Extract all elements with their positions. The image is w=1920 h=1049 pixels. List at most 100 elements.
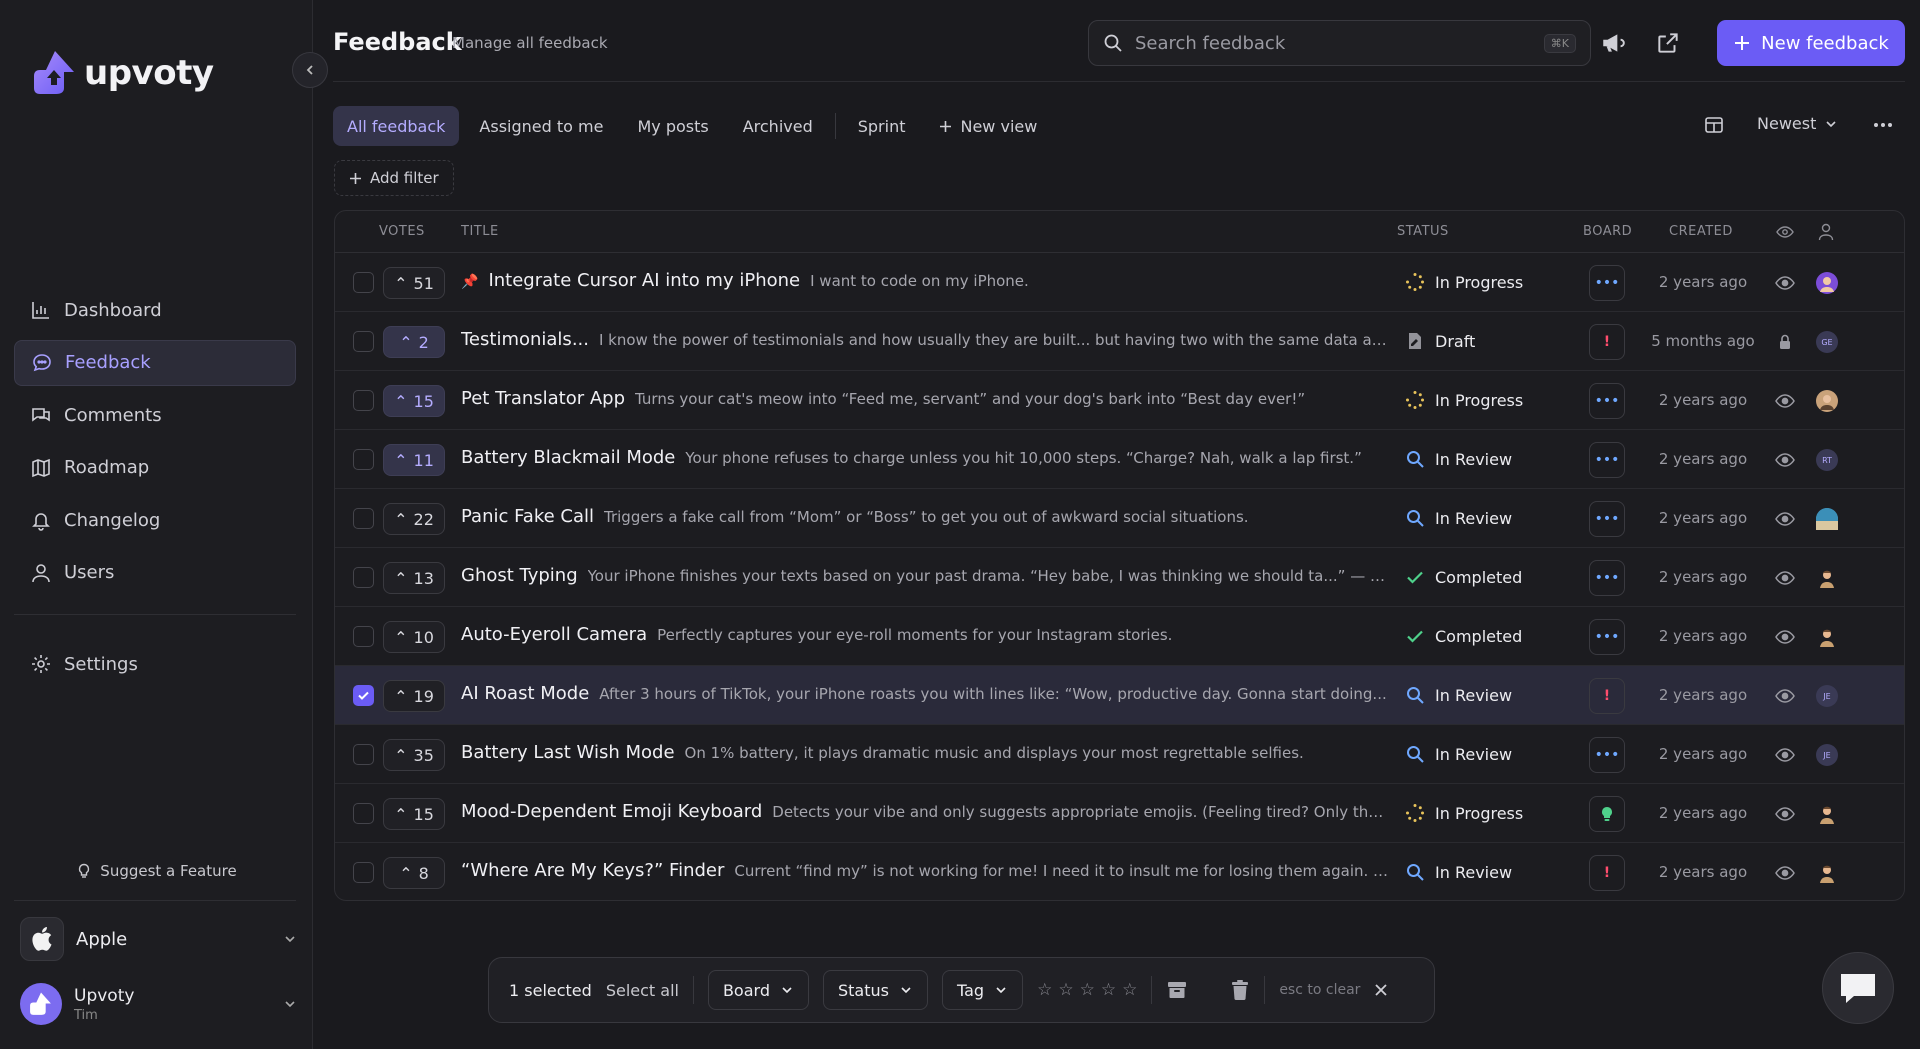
board-button[interactable]: ! (1589, 678, 1625, 714)
status-dropdown[interactable]: Status (822, 970, 928, 1010)
upvote-button[interactable]: ⌃ 11 (383, 444, 445, 476)
row-title-cell[interactable]: 📌 Integrate Cursor AI into my iPhone I w… (461, 270, 1391, 291)
tab-archived[interactable]: Archived (729, 106, 827, 146)
eye-icon[interactable] (1775, 745, 1795, 765)
row-checkbox[interactable] (353, 449, 374, 470)
upvote-button[interactable]: ⌃ 10 (383, 621, 445, 653)
table-row[interactable]: ⌃ 13 Ghost Typing Your iPhone finishes yo… (335, 548, 1904, 607)
upvote-button[interactable]: ⌃ 8 (383, 857, 445, 889)
row-checkbox[interactable] (353, 744, 374, 765)
row-title-cell[interactable]: Mood-Dependent Emoji Keyboard Detects yo… (461, 801, 1391, 822)
row-title-cell[interactable]: Battery Blackmail Mode Your phone refuse… (461, 447, 1391, 468)
table-row[interactable]: ⌃ 8 “Where Are My Keys?” Finder Current “… (335, 843, 1904, 900)
row-checkbox[interactable] (353, 803, 374, 824)
star-icon[interactable]: ☆ (1080, 980, 1095, 1000)
search-box[interactable]: ⌘K (1088, 20, 1591, 66)
upvote-button[interactable]: ⌃ 35 (383, 739, 445, 771)
row-checkbox[interactable] (353, 390, 374, 411)
row-checkbox[interactable] (353, 567, 374, 588)
row-checkbox[interactable] (353, 508, 374, 529)
board-button[interactable]: ! (1589, 324, 1625, 360)
status-badge[interactable]: In Review (1405, 744, 1512, 764)
tab-sprint[interactable]: Sprint (844, 106, 920, 146)
board-button[interactable] (1589, 796, 1625, 832)
table-row[interactable]: ⌃ 11 Battery Blackmail Mode Your phone re… (335, 430, 1904, 489)
eye-icon[interactable] (1775, 273, 1795, 293)
lock-icon[interactable] (1775, 332, 1795, 352)
new-feedback-button[interactable]: New feedback (1717, 20, 1905, 66)
upvote-button[interactable]: ⌃ 22 (383, 503, 445, 535)
row-title-cell[interactable]: “Where Are My Keys?” Finder Current “fin… (461, 860, 1391, 881)
tab-all-feedback[interactable]: All feedback (333, 106, 460, 146)
status-badge[interactable]: In Review (1405, 449, 1512, 469)
eye-icon[interactable] (1775, 450, 1795, 470)
board-button[interactable]: ••• (1589, 619, 1625, 655)
star-icon[interactable]: ☆ (1122, 980, 1137, 1000)
select-all-button[interactable]: Select all (606, 981, 679, 1000)
close-icon[interactable] (1374, 983, 1388, 997)
table-row[interactable]: ⌃ 51 📌 Integrate Cursor AI into my iPhone… (335, 253, 1904, 312)
sidebar-item-roadmap[interactable]: Roadmap (14, 445, 296, 491)
status-badge[interactable]: Draft (1405, 331, 1475, 351)
table-row[interactable]: ⌃ 15 Mood-Dependent Emoji Keyboard Detect… (335, 784, 1904, 843)
status-badge[interactable]: In Review (1405, 685, 1512, 705)
sidebar-item-dashboard[interactable]: Dashboard (14, 287, 296, 333)
row-title-cell[interactable]: Ghost Typing Your iPhone finishes your t… (461, 565, 1391, 586)
column-votes[interactable]: VOTES (379, 224, 425, 239)
chat-widget-button[interactable] (1822, 952, 1894, 1024)
eye-icon[interactable] (1775, 391, 1795, 411)
status-badge[interactable]: Completed (1405, 567, 1522, 587)
status-badge[interactable]: In Review (1405, 862, 1512, 882)
row-title-cell[interactable]: Battery Last Wish Mode On 1% battery, it… (461, 742, 1391, 763)
board-dropdown[interactable]: Board (707, 970, 809, 1010)
table-row[interactable]: ⌃ 2 Testimonials... I know the power of t… (335, 312, 1904, 371)
status-badge[interactable]: In Review (1405, 508, 1512, 528)
user-menu[interactable]: Upvoty Tim (20, 980, 298, 1028)
upvote-button[interactable]: ⌃ 15 (383, 798, 445, 830)
megaphone-icon[interactable] (1600, 30, 1626, 56)
sidebar-item-settings[interactable]: Settings (14, 641, 296, 687)
sort-dropdown[interactable]: Newest (1757, 114, 1838, 133)
upvote-button[interactable]: ⌃ 15 (383, 385, 445, 417)
upvote-button[interactable]: ⌃ 2 (383, 326, 445, 358)
table-row[interactable]: ⌃ 22 Panic Fake Call Triggers a fake call… (335, 489, 1904, 548)
collapse-sidebar-button[interactable] (292, 52, 328, 88)
layout-toggle-icon[interactable] (1703, 114, 1725, 136)
eye-icon[interactable] (1775, 686, 1795, 706)
status-badge[interactable]: In Progress (1405, 272, 1523, 292)
board-button[interactable]: ••• (1589, 265, 1625, 301)
row-title-cell[interactable]: Auto-Eyeroll Camera Perfectly captures y… (461, 624, 1391, 645)
more-options-icon[interactable] (1872, 114, 1894, 136)
row-checkbox[interactable] (353, 272, 374, 293)
workspace-switcher[interactable]: Apple (20, 915, 298, 963)
board-button[interactable]: ••• (1589, 560, 1625, 596)
sidebar-item-feedback[interactable]: Feedback (14, 339, 296, 386)
status-badge[interactable]: In Progress (1405, 803, 1523, 823)
archive-icon[interactable] (1166, 979, 1188, 1001)
row-checkbox[interactable] (353, 862, 374, 883)
board-button[interactable]: ••• (1589, 383, 1625, 419)
row-title-cell[interactable]: Testimonials... I know the power of test… (461, 329, 1391, 350)
row-checkbox[interactable] (353, 331, 374, 352)
suggest-feature-link[interactable]: Suggest a Feature (0, 862, 313, 880)
status-badge[interactable]: Completed (1405, 626, 1522, 646)
board-button[interactable]: ••• (1589, 442, 1625, 478)
new-view-button[interactable]: New view (925, 106, 1051, 146)
eye-icon[interactable] (1775, 804, 1795, 824)
column-title[interactable]: TITLE (461, 224, 499, 239)
tab-my-posts[interactable]: My posts (623, 106, 722, 146)
column-created[interactable]: CREATED (1669, 224, 1733, 239)
eye-icon[interactable] (1775, 627, 1795, 647)
tag-dropdown[interactable]: Tag (941, 970, 1024, 1010)
sidebar-item-comments[interactable]: Comments (14, 392, 296, 438)
eye-icon[interactable] (1775, 509, 1795, 529)
rating-stars[interactable]: ☆ ☆ ☆ ☆ ☆ (1037, 980, 1137, 1000)
sidebar-item-changelog[interactable]: Changelog (14, 497, 296, 543)
star-icon[interactable]: ☆ (1037, 980, 1052, 1000)
column-board[interactable]: BOARD (1583, 224, 1632, 239)
row-checkbox[interactable] (353, 685, 374, 706)
trash-icon[interactable] (1230, 979, 1250, 1001)
table-row[interactable]: ⌃ 19 AI Roast Mode After 3 hours of TikTo… (335, 666, 1904, 725)
star-icon[interactable]: ☆ (1058, 980, 1073, 1000)
upvote-button[interactable]: ⌃ 19 (383, 680, 445, 712)
